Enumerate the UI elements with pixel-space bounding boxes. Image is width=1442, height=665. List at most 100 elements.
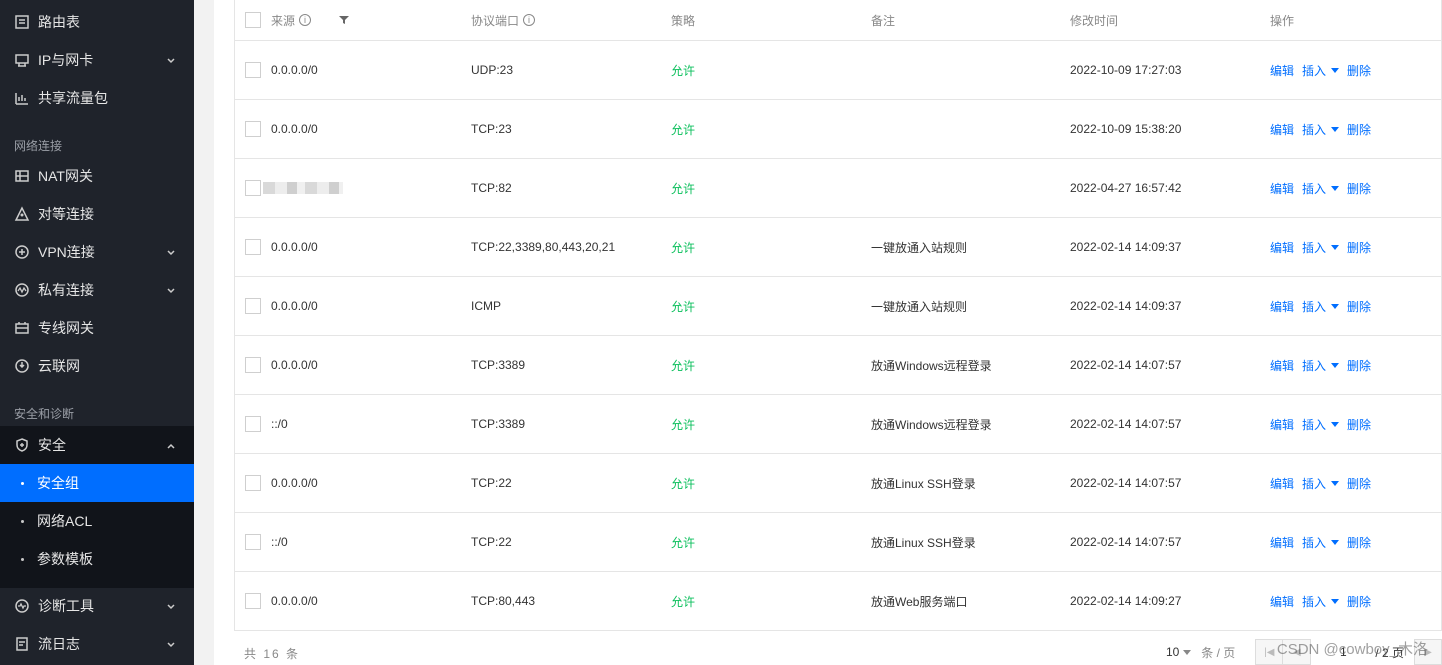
sidebar-item[interactable]: 私有连接 (0, 271, 194, 309)
insert-link[interactable]: 插入 (1302, 593, 1326, 610)
row-checkbox[interactable] (245, 534, 261, 550)
cell-source: 0.0.0.0/0 (271, 476, 318, 490)
bullet-icon (21, 481, 24, 485)
filter-icon[interactable] (339, 15, 350, 25)
chevron-down-icon[interactable] (1331, 244, 1340, 250)
watermark: CSDN @cowboy_木洛 (1276, 641, 1428, 658)
select-all-checkbox[interactable] (245, 12, 261, 28)
chevron-down-icon[interactable] (166, 53, 176, 64)
edit-link[interactable]: 编辑 (1270, 239, 1294, 256)
chevron-down-icon[interactable] (1331, 480, 1340, 486)
edit-link[interactable]: 编辑 (1270, 593, 1294, 610)
sidebar-item[interactable]: VPN连接 (0, 233, 194, 271)
edit-link[interactable]: 编辑 (1270, 416, 1294, 433)
submenu-item[interactable]: 网络ACL (0, 502, 194, 540)
sidebar-item[interactable]: 共享流量包 (0, 79, 194, 117)
insert-link[interactable]: 插入 (1302, 475, 1326, 492)
cell-policy: 允许 (671, 122, 696, 137)
delete-link[interactable]: 删除 (1347, 475, 1371, 492)
sidebar-item[interactable]: NAT网关 (0, 157, 194, 195)
table-row: 0.0.0.0/0 TCP:22 允许 放通Linux SSH登录 2022-02-14… (235, 454, 1442, 513)
insert-link[interactable]: 插入 (1302, 239, 1326, 256)
info-icon[interactable]: i (523, 14, 536, 26)
insert-link[interactable]: 插入 (1302, 357, 1326, 374)
chevron-down-icon[interactable] (166, 283, 176, 294)
insert-link[interactable]: 插入 (1302, 416, 1326, 433)
security-submenu: 安全组 网络ACL 参数模板 (0, 464, 194, 588)
cell-source (263, 159, 343, 217)
sidebar-item[interactable]: 对等连接 (0, 195, 194, 233)
submenu-item[interactable]: 安全组 (0, 464, 194, 502)
edit-link[interactable]: 编辑 (1270, 62, 1294, 79)
redacted-source (263, 182, 343, 194)
cell-source: ::/0 (271, 535, 288, 549)
delete-link[interactable]: 删除 (1347, 593, 1371, 610)
page-size-select[interactable]: 10 (1166, 645, 1179, 659)
chevron-down-icon[interactable] (1331, 67, 1340, 73)
sidebar-item[interactable]: 安全 (0, 426, 194, 464)
chevron-down-icon[interactable] (1331, 598, 1340, 604)
edit-link[interactable]: 编辑 (1270, 534, 1294, 551)
chevron-up-icon[interactable] (166, 438, 176, 449)
row-checkbox[interactable] (245, 416, 261, 432)
chevron-down-icon[interactable] (1331, 126, 1340, 132)
chevron-down-icon[interactable] (166, 599, 176, 610)
table-header: 来源 i 协议端口 i 策略 备注 修改时间 操作 (235, 0, 1442, 41)
chevron-down-icon[interactable] (166, 245, 176, 256)
sidebar-item[interactable]: IP与网卡 (0, 41, 194, 79)
chevron-down-icon[interactable] (1331, 185, 1340, 191)
cell-note: 放通Linux SSH登录 (871, 535, 976, 550)
delete-link[interactable]: 删除 (1347, 357, 1371, 374)
cell-port: TCP:3389 (471, 417, 526, 431)
row-checkbox[interactable] (245, 298, 261, 314)
chevron-down-icon[interactable] (1331, 362, 1340, 368)
cell-source: 0.0.0.0/0 (271, 240, 318, 254)
delete-link[interactable]: 删除 (1347, 298, 1371, 315)
row-checkbox[interactable] (245, 121, 261, 137)
row-checkbox[interactable] (245, 475, 261, 491)
sidebar-item-label: 路由表 (38, 14, 80, 30)
sidebar-item[interactable]: 专线网关 (0, 309, 194, 347)
delete-link[interactable]: 删除 (1347, 239, 1371, 256)
delete-link[interactable]: 删除 (1347, 62, 1371, 79)
private-link-icon (14, 282, 30, 298)
edit-link[interactable]: 编辑 (1270, 357, 1294, 374)
chevron-down-icon[interactable] (1331, 539, 1340, 545)
delete-link[interactable]: 删除 (1347, 534, 1371, 551)
edit-link[interactable]: 编辑 (1270, 121, 1294, 138)
edit-link[interactable]: 编辑 (1270, 180, 1294, 197)
cell-source: 0.0.0.0/0 (271, 122, 318, 136)
row-checkbox[interactable] (245, 593, 261, 609)
cell-ops: 编辑 插入 删除 (1270, 395, 1379, 453)
sidebar-item[interactable]: 流日志 (0, 625, 194, 663)
sidebar-item[interactable]: 路由表 (0, 3, 194, 41)
sidebar-item[interactable]: 云联网 (0, 347, 194, 385)
delete-link[interactable]: 删除 (1347, 180, 1371, 197)
row-checkbox[interactable] (245, 180, 261, 196)
sidebar-item-label: 共享流量包 (38, 90, 108, 106)
edit-link[interactable]: 编辑 (1270, 298, 1294, 315)
header-ops: 操作 (1270, 13, 1295, 28)
cell-time: 2022-02-14 14:09:27 (1070, 594, 1182, 608)
insert-link[interactable]: 插入 (1302, 180, 1326, 197)
chevron-down-icon[interactable] (166, 637, 176, 648)
info-icon[interactable]: i (299, 14, 312, 26)
row-checkbox[interactable] (245, 357, 261, 373)
submenu-item[interactable]: 参数模板 (0, 540, 194, 578)
row-checkbox[interactable] (245, 62, 261, 78)
header-note: 备注 (871, 13, 896, 28)
edit-link[interactable]: 编辑 (1270, 475, 1294, 492)
cell-port: TCP:22 (471, 535, 512, 549)
insert-link[interactable]: 插入 (1302, 534, 1326, 551)
chevron-down-icon[interactable] (1331, 421, 1340, 427)
delete-link[interactable]: 删除 (1347, 416, 1371, 433)
delete-link[interactable]: 删除 (1347, 121, 1371, 138)
chevron-down-icon[interactable] (1183, 649, 1192, 655)
row-checkbox[interactable] (245, 239, 261, 255)
insert-link[interactable]: 插入 (1302, 121, 1326, 138)
insert-link[interactable]: 插入 (1302, 298, 1326, 315)
cell-policy: 允许 (671, 181, 696, 196)
insert-link[interactable]: 插入 (1302, 62, 1326, 79)
chevron-down-icon[interactable] (1331, 303, 1340, 309)
sidebar-item[interactable]: 诊断工具 (0, 587, 194, 625)
